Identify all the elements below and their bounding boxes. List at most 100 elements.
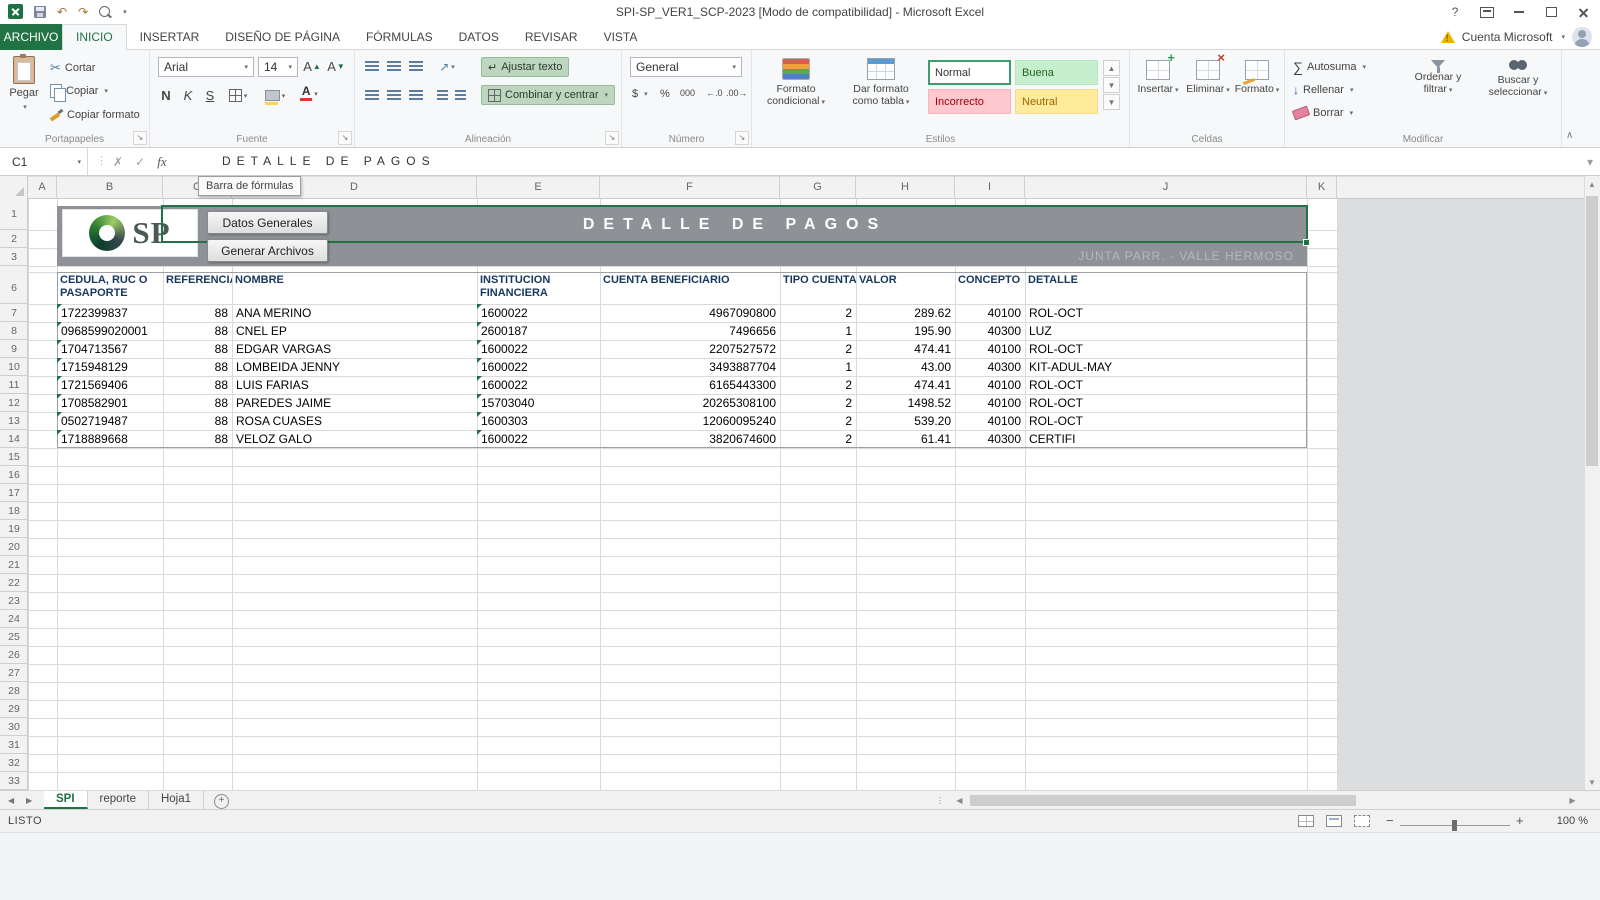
help-button[interactable]: ?	[1440, 0, 1470, 24]
horizontal-scroll-thumb[interactable]	[970, 795, 1356, 806]
row-header-24[interactable]: 24	[0, 610, 28, 628]
column-header-F[interactable]: F	[600, 176, 780, 199]
ribbon-tab-datos[interactable]: DATOS	[446, 24, 512, 50]
row-header-13[interactable]: 13	[0, 412, 28, 430]
autosum-button[interactable]: ∑ Autosuma▾	[1293, 59, 1366, 75]
copy-button[interactable]: Copiar ▾	[50, 84, 108, 98]
cell-B8[interactable]: 0968599020001	[57, 322, 163, 340]
horizontal-scrollbar[interactable]: ◀ ▶	[952, 793, 1580, 808]
select-all-corner[interactable]	[0, 176, 28, 199]
clipboard-dialog-launcher[interactable]: ↘	[133, 131, 147, 145]
conditional-formatting-button[interactable]: Formatocondicional▾	[758, 58, 834, 109]
cell-B9[interactable]: 1704713567	[57, 340, 163, 358]
cell-B12[interactable]: 1708582901	[57, 394, 163, 412]
formula-input[interactable]: DETALLE DE PAGOS	[222, 148, 436, 175]
column-header-E[interactable]: E	[477, 176, 600, 199]
ribbon-tab-vista[interactable]: VISTA	[591, 24, 651, 50]
insert-function-icon[interactable]: fx	[152, 148, 172, 175]
font-size-select[interactable]: 14▾	[258, 57, 298, 77]
ribbon-tab-insertar[interactable]: INSERTAR	[127, 24, 213, 50]
expand-formula-bar-icon[interactable]: ▾	[1580, 148, 1600, 175]
row-header-11[interactable]: 11	[0, 376, 28, 394]
cell-B7[interactable]: 1722399837	[57, 304, 163, 322]
row-header-19[interactable]: 19	[0, 520, 28, 538]
cell-I11[interactable]: 40100	[955, 376, 1025, 394]
row-header-18[interactable]: 18	[0, 502, 28, 520]
increase-decimal-button[interactable]: ←.0	[706, 88, 723, 98]
cell-style-buena[interactable]: Buena	[1015, 60, 1098, 85]
column-header-G[interactable]: G	[780, 176, 856, 199]
number-format-select[interactable]: General▾	[630, 57, 742, 77]
cell-G7[interactable]: 2	[780, 304, 856, 322]
sheet-nav-right-icon[interactable]: ▶	[26, 791, 32, 809]
page-layout-view-button[interactable]	[1326, 815, 1342, 827]
table-header-institucion-financiera[interactable]: INSTITUCION FINANCIERA	[477, 272, 600, 304]
cell-B11[interactable]: 1721569406	[57, 376, 163, 394]
row-header-15[interactable]: 15	[0, 448, 28, 466]
ribbon-tab-inicio[interactable]: INICIO	[62, 24, 127, 50]
confirm-entry-icon[interactable]: ✓	[130, 148, 150, 175]
underline-button[interactable]: S	[200, 86, 220, 105]
zoom-slider-thumb[interactable]	[1452, 820, 1457, 831]
styles-scroll-down[interactable]: ▼	[1103, 77, 1120, 93]
cell-G12[interactable]: 2	[780, 394, 856, 412]
scroll-right-icon[interactable]: ▶	[1565, 793, 1580, 808]
row-header-2[interactable]: 2	[0, 230, 28, 248]
cell-B10[interactable]: 1715948129	[57, 358, 163, 376]
cell-B14[interactable]: 1718889668	[57, 430, 163, 448]
row-header-16[interactable]: 16	[0, 466, 28, 484]
ribbon-tab-revisar[interactable]: REVISAR	[512, 24, 591, 50]
cell-J14[interactable]: CERTIFI	[1025, 430, 1307, 448]
cell-I12[interactable]: 40100	[955, 394, 1025, 412]
table-header-concepto[interactable]: CONCEPTO	[955, 272, 1025, 304]
zoom-level[interactable]: 100 %	[1528, 810, 1588, 832]
format-cells-button[interactable]: Formato▾	[1234, 60, 1280, 97]
row-header-3[interactable]: 3	[0, 248, 28, 266]
cell-E8[interactable]: 2600187	[477, 322, 600, 340]
decrease-font-button[interactable]: A▼	[326, 57, 346, 76]
increase-font-button[interactable]: A▲	[302, 57, 322, 76]
row-header-32[interactable]: 32	[0, 754, 28, 772]
cell-style-incorrecto[interactable]: Incorrecto	[928, 89, 1011, 114]
align-center-icon[interactable]	[387, 90, 401, 101]
align-right-icon[interactable]	[409, 90, 423, 101]
row-header-6[interactable]: 6	[0, 272, 28, 304]
cell-F8[interactable]: 7496656	[600, 322, 780, 340]
table-header-cedula-ruc-o-pasaporte[interactable]: CEDULA, RUC O PASAPORTE	[57, 272, 163, 304]
datos-generales-button[interactable]: Datos Generales	[207, 211, 328, 234]
cell-C13[interactable]: 88	[163, 412, 232, 430]
column-header-B[interactable]: B	[57, 176, 163, 199]
row-header-1[interactable]: 1	[0, 199, 28, 230]
cell-C14[interactable]: 88	[163, 430, 232, 448]
row-header-31[interactable]: 31	[0, 736, 28, 754]
styles-scroll-up[interactable]: ▲	[1103, 60, 1120, 76]
font-dialog-launcher[interactable]: ↘	[338, 131, 352, 145]
cell-D13[interactable]: ROSA CUASES	[232, 412, 477, 430]
format-as-table-button[interactable]: Dar formatocomo tabla▾	[840, 58, 922, 109]
generar-archivos-button[interactable]: Generar Archivos	[207, 239, 328, 262]
font-color-button[interactable]: A▾	[296, 84, 322, 103]
increase-indent-icon[interactable]	[455, 90, 466, 101]
scroll-left-icon[interactable]: ◀	[952, 793, 967, 808]
cell-H14[interactable]: 61.41	[856, 430, 955, 448]
column-header-A[interactable]: A	[28, 176, 57, 199]
table-header-valor[interactable]: VALOR	[856, 272, 955, 304]
cell-J12[interactable]: ROL-OCT	[1025, 394, 1307, 412]
cell-J13[interactable]: ROL-OCT	[1025, 412, 1307, 430]
cell-E10[interactable]: 1600022	[477, 358, 600, 376]
bold-button[interactable]: N	[156, 86, 176, 105]
table-header-cuenta-beneficiario[interactable]: CUENTA BENEFICIARIO	[600, 272, 780, 304]
cell-B13[interactable]: 0502719487	[57, 412, 163, 430]
normal-view-button[interactable]	[1298, 815, 1314, 827]
merge-center-button[interactable]: Combinar y centrar ▾	[481, 85, 615, 105]
sheet-tab-reporte[interactable]: reporte	[88, 791, 149, 809]
scroll-down-icon[interactable]: ▼	[1584, 774, 1600, 790]
ribbon-tab-dise-o-de-p-gina[interactable]: DISEÑO DE PÁGINA	[212, 24, 353, 50]
row-header-30[interactable]: 30	[0, 718, 28, 736]
cell-style-normal[interactable]: Normal	[928, 60, 1011, 85]
cell-J10[interactable]: KIT-ADUL-MAY	[1025, 358, 1307, 376]
table-header-referencia[interactable]: REFERENCIA	[163, 272, 232, 304]
number-dialog-launcher[interactable]: ↘	[735, 131, 749, 145]
row-header-8[interactable]: 8	[0, 322, 28, 340]
cell-H8[interactable]: 195.90	[856, 322, 955, 340]
